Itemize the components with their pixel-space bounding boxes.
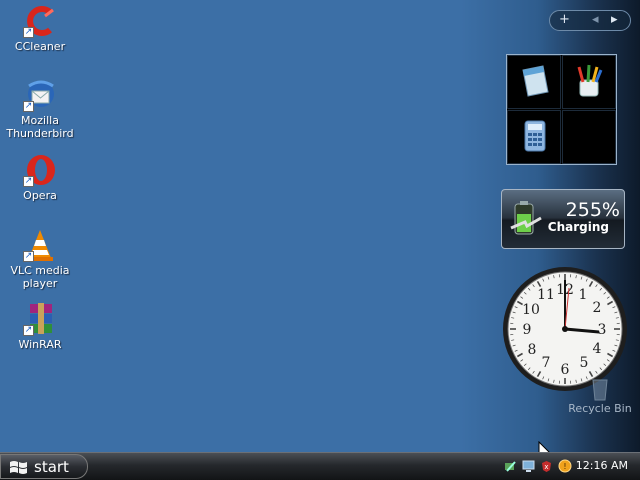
previous-gadgets-button[interactable]: ◂ xyxy=(592,12,599,27)
clock-number: 2 xyxy=(593,300,602,316)
desktop-icon-label: CCleaner xyxy=(14,40,66,53)
desktop-icon-ccleaner[interactable]: ↗ CCleaner xyxy=(0,4,80,53)
security-alert-tray-icon[interactable]: x xyxy=(540,460,553,473)
clock-gadget[interactable]: 12 1 2 3 4 5 6 7 8 9 10 11 xyxy=(500,266,630,392)
desktop: ↗ CCleaner ↗ Mozilla Thunderbird ↗ Opera xyxy=(0,0,640,452)
vlc-icon: ↗ xyxy=(23,228,57,262)
clock-number: 11 xyxy=(537,287,555,303)
ccleaner-icon: ↗ xyxy=(23,4,57,38)
system-tray: x ! 12:16 AM xyxy=(500,453,640,480)
clock-number: 5 xyxy=(580,355,589,371)
desktop-icon-thunderbird[interactable]: ↗ Mozilla Thunderbird xyxy=(0,78,80,140)
sidebar-controls: + ◂ ▸ xyxy=(549,10,631,31)
thunderbird-icon: ↗ xyxy=(23,78,57,112)
desktop-icon-vlc[interactable]: ↗ VLC media player xyxy=(0,228,80,290)
launcher-gadget xyxy=(506,54,617,165)
recycle-bin-icon xyxy=(592,379,608,401)
desktop-icon-opera[interactable]: ↗ Opera xyxy=(0,153,80,202)
next-gadgets-button[interactable]: ▸ xyxy=(611,12,618,27)
clock-number: 3 xyxy=(598,322,607,338)
calculator-icon xyxy=(524,120,546,152)
windows-logo-icon xyxy=(10,461,27,474)
clock-number: 4 xyxy=(593,341,602,357)
notepad-shortcut[interactable] xyxy=(507,55,561,109)
clock-number: 9 xyxy=(523,322,532,338)
svg-text:x: x xyxy=(544,463,548,471)
desktop-icon-label: Recycle Bin xyxy=(568,402,632,415)
analog-clock: 12 1 2 3 4 5 6 7 8 9 10 11 xyxy=(503,267,627,391)
update-tray-icon[interactable]: ! xyxy=(558,459,572,473)
battery-gadget[interactable]: 255% Charging xyxy=(501,189,625,249)
opera-icon: ↗ xyxy=(23,153,57,187)
computer-tray-icon[interactable] xyxy=(522,460,535,473)
battery-percent: 255% xyxy=(565,199,620,221)
winrar-icon: ↗ xyxy=(23,302,57,336)
start-button[interactable]: start xyxy=(0,454,88,479)
pencil-cup-icon xyxy=(577,64,603,97)
desktop-icon-recycle-bin[interactable]: Recycle Bin xyxy=(568,376,632,415)
battery-status: Charging xyxy=(547,220,609,234)
taskbar: start x ! 12:16 AM xyxy=(0,452,640,480)
clock-number: 10 xyxy=(522,302,540,318)
pencil-cup-shortcut[interactable] xyxy=(562,55,616,109)
notepad-icon xyxy=(522,65,549,97)
clock-number: 8 xyxy=(528,342,537,358)
desktop-icon-label: VLC media player xyxy=(10,264,70,290)
taskbar-clock[interactable]: 12:16 AM xyxy=(576,459,628,472)
desktop-icon-label: Mozilla Thunderbird xyxy=(6,114,74,140)
clock-number: 1 xyxy=(579,287,588,303)
start-label: start xyxy=(34,458,69,476)
calculator-shortcut[interactable] xyxy=(507,110,561,164)
add-gadget-button[interactable]: + xyxy=(559,12,570,27)
svg-text:!: ! xyxy=(563,462,566,471)
desktop-icon-winrar[interactable]: ↗ WinRAR xyxy=(0,302,80,351)
clock-number: 7 xyxy=(542,355,551,371)
empty-launcher-slot xyxy=(562,110,616,164)
desktop-icon-label: WinRAR xyxy=(18,338,62,351)
desktop-icon-label: Opera xyxy=(23,189,57,202)
network-tray-icon[interactable] xyxy=(504,460,517,473)
battery-icon xyxy=(510,201,542,235)
